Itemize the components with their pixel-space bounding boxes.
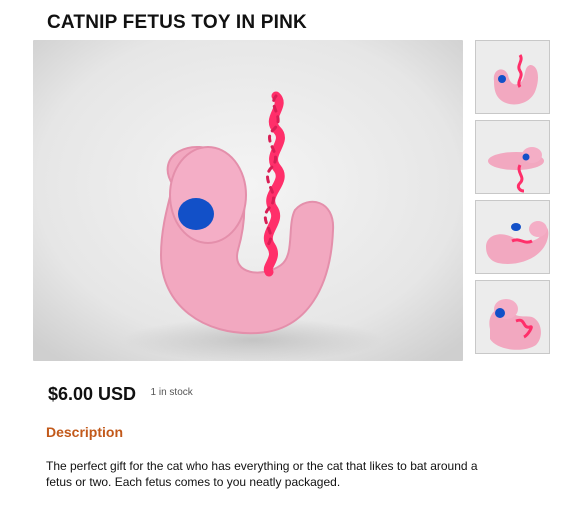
stock-status: 1 in stock [150, 387, 193, 398]
description-text: The perfect gift for the cat who has eve… [46, 459, 478, 489]
thumbnail-2-image [476, 121, 549, 193]
thumbnail-2[interactable] [475, 120, 550, 194]
main-product-image[interactable] [33, 40, 463, 361]
description-heading: Description [46, 424, 124, 440]
thumbnail-4-image [476, 281, 549, 353]
product-price: $6.00 USD [48, 384, 137, 404]
thumbnail-1-image [476, 41, 549, 113]
thumbnail-4[interactable] [475, 280, 550, 354]
main-photo-illustration [33, 40, 463, 361]
thumbnail-3[interactable] [475, 200, 550, 274]
product-title: CATNIP FETUS TOY IN PINK [47, 12, 307, 33]
price-row: $6.00 USD 1 in stock [48, 384, 193, 405]
thumbnail-1[interactable] [475, 40, 550, 114]
thumbnail-3-image [476, 201, 549, 273]
